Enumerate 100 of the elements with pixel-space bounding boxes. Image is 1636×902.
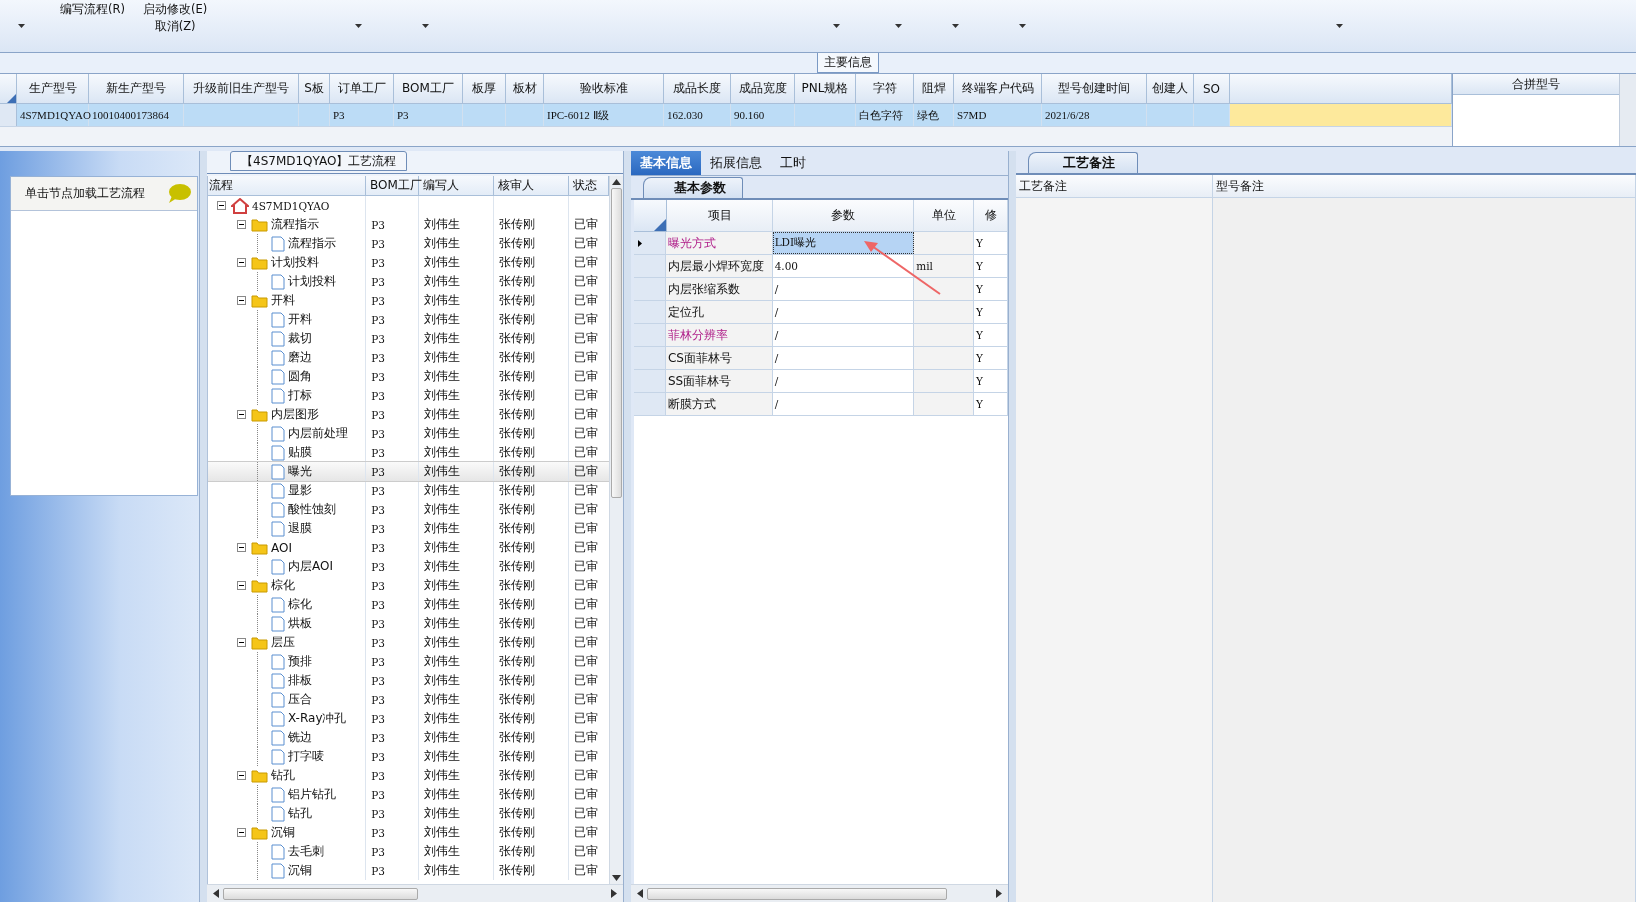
tree-row[interactable]: 铣边 P3 刘伟生 张传刚 已审: [208, 728, 609, 747]
column-header[interactable]: PNL规格: [795, 74, 856, 104]
tree-row[interactable]: 开料 P3 刘伟生 张传刚 已审: [208, 291, 609, 310]
tree-row[interactable]: 内层AOI P3 刘伟生 张传刚 已审: [208, 557, 609, 576]
table-row[interactable]: 内层张缩系数 / Y: [634, 278, 1008, 301]
column-header[interactable]: 板厚: [463, 74, 506, 104]
dropdown-caret-icon[interactable]: [18, 24, 25, 28]
column-header[interactable]: 成品长度: [664, 74, 731, 104]
column-header[interactable]: 核审人: [493, 176, 570, 195]
column-header[interactable]: BOM工厂: [366, 176, 420, 195]
tree-row[interactable]: 沉铜 P3 刘伟生 张传刚 已审: [208, 861, 609, 880]
tree-row[interactable]: 钻孔 P3 刘伟生 张传刚 已审: [208, 804, 609, 823]
column-header[interactable]: 单位: [914, 200, 975, 232]
collapse-icon[interactable]: [237, 638, 248, 647]
tree-row[interactable]: 棕化 P3 刘伟生 张传刚 已审: [208, 576, 609, 595]
collapse-icon[interactable]: [237, 543, 248, 552]
tree-row[interactable]: 显影 P3 刘伟生 张传刚 已审: [208, 481, 609, 500]
tab[interactable]: 基本信息: [631, 151, 701, 175]
tree-row[interactable]: 酸性蚀刻 P3 刘伟生 张传刚 已审: [208, 500, 609, 519]
dropdown-caret-icon[interactable]: [355, 24, 362, 28]
collapse-icon[interactable]: [237, 258, 248, 267]
horizontal-scrollbar[interactable]: [631, 884, 1008, 902]
tree-row[interactable]: 棕化 P3 刘伟生 张传刚 已审: [208, 595, 609, 614]
tree-row[interactable]: 烘板 P3 刘伟生 张传刚 已审: [208, 614, 609, 633]
scroll-right-icon[interactable]: [611, 889, 617, 898]
column-header[interactable]: BOM工厂: [394, 74, 463, 104]
tree-row[interactable]: 内层前处理 P3 刘伟生 张传刚 已审: [208, 424, 609, 443]
scroll-left-icon[interactable]: [213, 889, 219, 898]
vertical-scrollbar[interactable]: [609, 176, 623, 884]
tree-row[interactable]: 内层图形 P3 刘伟生 张传刚 已审: [208, 405, 609, 424]
tree-row[interactable]: 压合 P3 刘伟生 张传刚 已审: [208, 690, 609, 709]
column-header[interactable]: 字符: [856, 74, 914, 104]
table-row[interactable]: 断膜方式 / Y: [634, 393, 1008, 416]
column-header[interactable]: 合拼型号: [1453, 74, 1619, 95]
tree-row[interactable]: 预排 P3 刘伟生 张传刚 已审: [208, 652, 609, 671]
write-process-button[interactable]: 编写流程(R): [60, 2, 125, 34]
tree-row[interactable]: AOI P3 刘伟生 张传刚 已审: [208, 538, 609, 557]
dropdown-caret-icon[interactable]: [1336, 24, 1343, 28]
tree-row[interactable]: 去毛刺 P3 刘伟生 张传刚 已审: [208, 842, 609, 861]
column-header[interactable]: SO: [1194, 74, 1230, 104]
tree-row[interactable]: X-Ray冲孔 P3 刘伟生 张传刚 已审: [208, 709, 609, 728]
column-header[interactable]: 流程: [208, 176, 367, 195]
table-row[interactable]: 4S7MD1QYAO10010400173864 P3 P3 IPC-6012 Ⅱ级 162.030 90.160 白色字符 绿色 S7MD 2021/6/28: [0, 104, 1452, 127]
column-header[interactable]: 参数: [773, 200, 915, 232]
tree-row[interactable]: 层压 P3 刘伟生 张传刚 已审: [208, 633, 609, 652]
tree-row[interactable]: 计划投料 P3 刘伟生 张传刚 已审: [208, 253, 609, 272]
tree-row[interactable]: 铝片钻孔 P3 刘伟生 张传刚 已审: [208, 785, 609, 804]
table-row[interactable]: 菲林分辨率 / Y: [634, 324, 1008, 347]
scroll-down-icon[interactable]: [612, 875, 621, 881]
tree-row[interactable]: 开料 P3 刘伟生 张传刚 已审: [208, 310, 609, 329]
group-tab[interactable]: 工艺备注: [1028, 152, 1138, 173]
column-header[interactable]: 板材: [506, 74, 544, 104]
scroll-left-icon[interactable]: [637, 889, 643, 898]
column-header[interactable]: S板: [299, 74, 330, 104]
tree-row[interactable]: 裁切 P3 刘伟生 张传刚 已审: [208, 329, 609, 348]
tab[interactable]: 工时: [771, 151, 815, 175]
table-row[interactable]: 内层最小焊环宽度 4.00 mil Y: [634, 255, 1008, 278]
column-header[interactable]: 阻焊: [914, 74, 954, 104]
tree-row[interactable]: 流程指示 P3 刘伟生 张传刚 已审: [208, 215, 609, 234]
column-header[interactable]: 项目: [666, 200, 774, 232]
horizontal-scrollbar[interactable]: [207, 884, 623, 902]
tree-row[interactable]: 4S7MD1QYAO: [208, 196, 609, 215]
column-header[interactable]: 生产型号: [17, 74, 89, 104]
scroll-right-icon[interactable]: [996, 889, 1002, 898]
column-header[interactable]: 新生产型号: [89, 74, 184, 104]
collapse-icon[interactable]: [237, 296, 248, 305]
column-header[interactable]: 修: [974, 200, 1008, 232]
cancel-button[interactable]: 取消(Z): [154, 19, 196, 34]
scroll-up-icon[interactable]: [612, 179, 621, 185]
column-header[interactable]: 成品宽度: [731, 74, 795, 104]
dropdown-caret-icon[interactable]: [895, 24, 902, 28]
tree-row[interactable]: 曝光 P3 刘伟生 张传刚 已审: [208, 462, 609, 481]
tree-row[interactable]: 钻孔 P3 刘伟生 张传刚 已审: [208, 766, 609, 785]
table-row[interactable]: 曝光方式 LDI曝光 Y: [634, 232, 1008, 255]
tree-row[interactable]: 打标 P3 刘伟生 张传刚 已审: [208, 386, 609, 405]
column-header[interactable]: 终端客户代码: [954, 74, 1042, 104]
tree-row[interactable]: 流程指示 P3 刘伟生 张传刚 已审: [208, 234, 609, 253]
tree-row[interactable]: 打字唛 P3 刘伟生 张传刚 已审: [208, 747, 609, 766]
table-row[interactable]: 定位孔 / Y: [634, 301, 1008, 324]
collapse-icon[interactable]: [237, 581, 248, 590]
tree-row[interactable]: 计划投料 P3 刘伟生 张传刚 已审: [208, 272, 609, 291]
collapse-icon[interactable]: [237, 410, 248, 419]
tree-row[interactable]: 排板 P3 刘伟生 张传刚 已审: [208, 671, 609, 690]
tree-row[interactable]: 磨边 P3 刘伟生 张传刚 已审: [208, 348, 609, 367]
scrollbar[interactable]: [1619, 74, 1636, 146]
tree-row[interactable]: 退膜 P3 刘伟生 张传刚 已审: [208, 519, 609, 538]
dropdown-caret-icon[interactable]: [1019, 24, 1026, 28]
start-edit-button[interactable]: 启动修改(E): [142, 2, 208, 17]
table-row[interactable]: SS面菲林号 / Y: [634, 370, 1008, 393]
column-header[interactable]: 工艺备注: [1016, 175, 1212, 198]
column-header[interactable]: 验收标准: [544, 74, 664, 104]
collapse-icon[interactable]: [237, 828, 248, 837]
column-header[interactable]: 创建人: [1147, 74, 1194, 104]
collapse-icon[interactable]: [237, 220, 248, 229]
tree-row[interactable]: 沉铜 P3 刘伟生 张传刚 已审: [208, 823, 609, 842]
table-row[interactable]: CS面菲林号 / Y: [634, 347, 1008, 370]
dropdown-caret-icon[interactable]: [422, 24, 429, 28]
column-header[interactable]: 升级前旧生产型号: [184, 74, 299, 104]
collapse-icon[interactable]: [217, 201, 228, 210]
column-header[interactable]: 订单工厂: [330, 74, 394, 104]
